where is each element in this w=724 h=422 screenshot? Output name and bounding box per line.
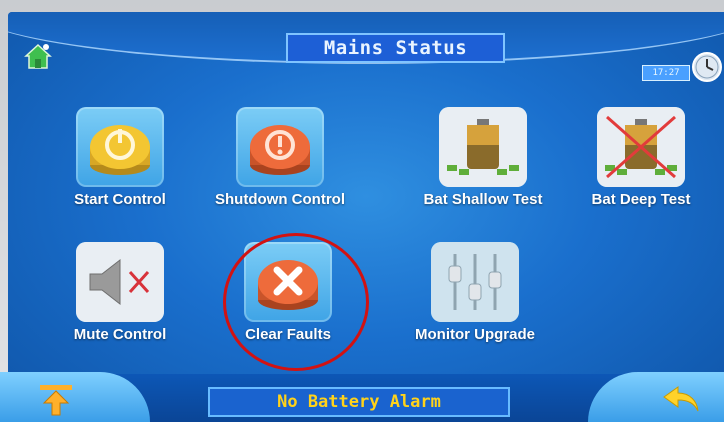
bat-shallow-test-label: Bat Shallow Test xyxy=(423,191,543,208)
clock-icon[interactable] xyxy=(690,50,724,84)
upload-arrow-icon[interactable] xyxy=(38,383,74,417)
bat-shallow-test-tile xyxy=(439,107,527,187)
status-alarm: No Battery Alarm xyxy=(208,387,510,417)
clear-faults-button[interactable]: Clear Faults xyxy=(218,242,358,352)
touch-screen: Mains Status 17:27 Start Control Shutdow… xyxy=(8,12,724,422)
page-title: Mains Status xyxy=(286,33,505,63)
back-arrow-icon[interactable] xyxy=(662,383,702,415)
clear-x-button-icon xyxy=(258,260,318,310)
mute-control-label: Mute Control xyxy=(73,326,167,343)
battery-test-icon xyxy=(439,107,527,187)
start-control-tile xyxy=(76,107,164,187)
speaker-mute-icon xyxy=(76,242,164,322)
mute-control-button[interactable]: Mute Control xyxy=(50,242,190,352)
monitor-upgrade-button[interactable]: Monitor Upgrade xyxy=(405,242,545,352)
home-icon[interactable] xyxy=(24,42,52,70)
shutdown-control-tile xyxy=(236,107,324,187)
bat-shallow-test-button[interactable]: Bat Shallow Test xyxy=(413,107,553,217)
start-control-label: Start Control xyxy=(74,191,166,208)
shutdown-control-button[interactable]: Shutdown Control xyxy=(210,107,350,217)
start-control-button[interactable]: Start Control xyxy=(50,107,190,217)
power-button-icon xyxy=(90,125,150,175)
bat-deep-test-tile xyxy=(597,107,685,187)
clear-faults-tile xyxy=(244,242,332,322)
time-badge: 17:27 xyxy=(642,65,690,81)
upgrade-sliders-icon xyxy=(431,242,519,322)
shutdown-control-label: Shutdown Control xyxy=(215,191,345,208)
shutdown-button-icon xyxy=(250,125,310,175)
clear-faults-label: Clear Faults xyxy=(245,326,331,343)
bottom-left-corner xyxy=(0,372,150,422)
monitor-upgrade-tile xyxy=(431,242,519,322)
bat-deep-test-button[interactable]: Bat Deep Test xyxy=(571,107,711,217)
bat-deep-test-label: Bat Deep Test xyxy=(591,191,691,208)
monitor-upgrade-label: Monitor Upgrade xyxy=(415,326,535,343)
battery-deep-test-icon xyxy=(597,107,685,187)
mute-control-tile xyxy=(76,242,164,322)
